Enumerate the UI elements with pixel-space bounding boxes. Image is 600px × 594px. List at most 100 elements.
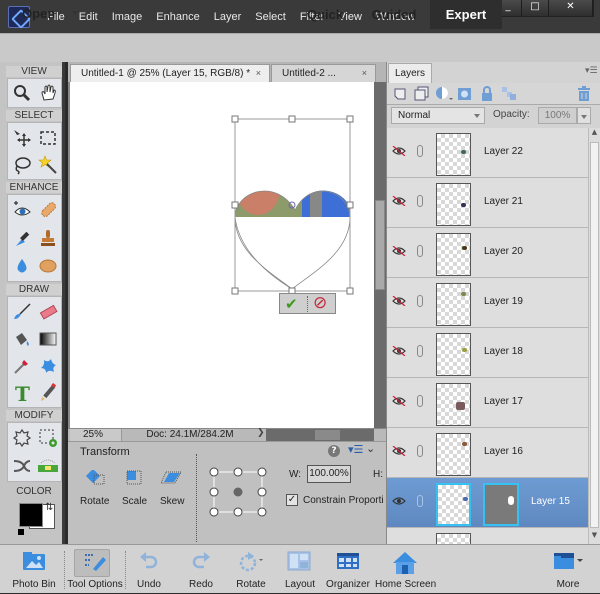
foreground-color-swatch[interactable] <box>19 503 43 527</box>
move-tool[interactable] <box>10 126 34 150</box>
eye-hidden-icon[interactable] <box>392 346 406 356</box>
layer-mask-thumbnail[interactable] <box>483 483 519 526</box>
horizontal-scroll-thumb[interactable] <box>315 430 340 440</box>
zoom-level-field[interactable]: 25% <box>70 429 122 441</box>
cancel-icon[interactable]: ⊘ <box>313 293 327 313</box>
lock-icon[interactable] <box>480 86 494 102</box>
status-menu-arrow-icon[interactable]: ❯ <box>257 428 265 438</box>
link-layer-icon[interactable] <box>417 295 423 307</box>
layer-row[interactable]: Layer 18 <box>387 328 588 378</box>
scroll-down-icon[interactable]: ▼ <box>590 531 599 543</box>
adjustment-layer-icon[interactable] <box>435 86 453 102</box>
canvas[interactable] <box>68 82 374 428</box>
eye-hidden-icon[interactable] <box>392 296 406 306</box>
mode-tab-quick[interactable]: Quick <box>295 0 355 29</box>
eyedropper-tool[interactable] <box>10 354 34 378</box>
eye-hidden-icon[interactable] <box>392 446 406 456</box>
open-button[interactable]: Open <box>22 6 55 21</box>
layer-row[interactable] <box>387 528 588 544</box>
link-layer-icon[interactable] <box>417 495 423 507</box>
close-button[interactable]: ✕ <box>549 0 593 16</box>
close-tab-icon[interactable]: × <box>362 65 367 82</box>
document-tab-untitled-1[interactable]: Untitled-1 @ 25% (Layer 15, RGB/8) * × <box>70 64 270 82</box>
clone-stamp-tool[interactable] <box>36 226 60 250</box>
layer-row[interactable]: Layer 17 <box>387 378 588 428</box>
maximize-button[interactable]: □ <box>522 0 549 16</box>
skew-button[interactable]: Skew <box>156 470 190 510</box>
brush-tool[interactable] <box>10 300 34 324</box>
layer-row[interactable]: Layer 16 <box>387 428 588 478</box>
layers-tab[interactable]: Layers <box>388 63 432 83</box>
layers-scroll-thumb[interactable] <box>590 142 599 528</box>
commit-checkmark-icon[interactable]: ✔ <box>285 295 298 313</box>
home-screen-button[interactable]: Home Screen <box>375 545 436 594</box>
collapse-chevron-icon[interactable]: ⌄ <box>366 442 375 455</box>
reference-point-grid[interactable] <box>206 464 270 520</box>
document-tab-untitled-2[interactable]: Untitled-2 ... × <box>271 64 376 82</box>
pencil-tool[interactable] <box>36 381 60 405</box>
panel-menu-icon[interactable]: ▾☰ <box>348 443 363 456</box>
layout-button[interactable]: Layout <box>280 545 320 594</box>
layers-scrollbar[interactable]: ▲ ▼ <box>588 128 600 544</box>
gradient-tool[interactable] <box>36 327 60 351</box>
layer-mask-icon[interactable] <box>457 86 473 102</box>
layer-row[interactable]: Layer 21 <box>387 178 588 228</box>
layer-row[interactable]: Layer 19 <box>387 278 588 328</box>
smart-brush-tool[interactable] <box>10 226 34 250</box>
sponge-tool[interactable] <box>36 254 60 278</box>
link-layer-icon[interactable] <box>417 445 423 457</box>
lock-transparency-icon[interactable] <box>501 86 517 102</box>
blur-tool[interactable] <box>10 254 34 278</box>
delete-layer-icon[interactable] <box>577 86 591 102</box>
close-tab-icon[interactable]: × <box>256 65 261 82</box>
default-colors-icon[interactable] <box>18 529 24 535</box>
vertical-scroll-thumb[interactable] <box>375 200 385 290</box>
layer-row[interactable]: Layer 20 <box>387 228 588 278</box>
link-layer-icon[interactable] <box>417 245 423 257</box>
link-layer-icon[interactable] <box>417 345 423 357</box>
tool-options-button[interactable]: Tool Options <box>66 545 124 594</box>
recompose-tool[interactable] <box>10 454 34 478</box>
photo-bin-button[interactable]: Photo Bin <box>6 545 62 594</box>
type-tool[interactable]: T <box>10 381 34 405</box>
help-icon[interactable]: ? <box>328 445 340 457</box>
marquee-tool[interactable] <box>36 126 60 150</box>
layer-row[interactable]: Layer 15 <box>387 478 588 528</box>
mode-tab-expert[interactable]: Expert <box>430 0 502 29</box>
opacity-dropdown-button[interactable] <box>577 107 591 124</box>
menu-image[interactable]: Image <box>105 9 150 25</box>
crop-tool[interactable] <box>36 426 60 450</box>
rotate-button[interactable]: Rotate <box>78 470 112 510</box>
link-layer-icon[interactable] <box>417 195 423 207</box>
eraser-tool[interactable] <box>36 300 60 324</box>
blend-mode-select[interactable]: Normal <box>391 107 485 124</box>
eye-hidden-icon[interactable] <box>392 146 406 156</box>
mode-tab-guided[interactable]: Guided <box>360 0 428 29</box>
eye-visible-icon[interactable] <box>392 496 406 506</box>
zoom-tool[interactable] <box>10 81 34 105</box>
redo-button[interactable]: Redo <box>180 545 222 594</box>
link-layer-icon[interactable] <box>417 395 423 407</box>
paint-bucket-tool[interactable] <box>10 327 34 351</box>
more-button[interactable]: More <box>550 545 586 594</box>
panel-menu-icon[interactable]: ▾☰ <box>585 66 598 76</box>
hand-tool[interactable] <box>36 81 60 105</box>
new-layer-icon[interactable] <box>393 87 407 101</box>
scale-button[interactable]: Scale <box>118 470 152 510</box>
undo-button[interactable]: Undo <box>128 545 170 594</box>
cookie-cutter-tool[interactable] <box>10 426 34 450</box>
swap-colors-icon[interactable]: ⇅ <box>45 502 53 513</box>
menu-select[interactable]: Select <box>248 9 293 25</box>
lasso-tool[interactable] <box>10 153 34 177</box>
layer-row[interactable]: Layer 22 <box>387 128 588 178</box>
menu-layer[interactable]: Layer <box>207 9 249 25</box>
eye-hidden-icon[interactable] <box>392 196 406 206</box>
spot-healing-tool[interactable] <box>36 198 60 222</box>
eye-hidden-icon[interactable] <box>392 246 406 256</box>
open-dropdown-arrow-icon[interactable] <box>72 11 78 15</box>
eye-hidden-icon[interactable] <box>392 396 406 406</box>
new-group-icon[interactable] <box>413 86 429 102</box>
scroll-up-icon[interactable]: ▲ <box>590 128 599 140</box>
width-input[interactable]: 100.00% <box>307 465 351 483</box>
rotate-button[interactable]: Rotate <box>230 545 272 594</box>
